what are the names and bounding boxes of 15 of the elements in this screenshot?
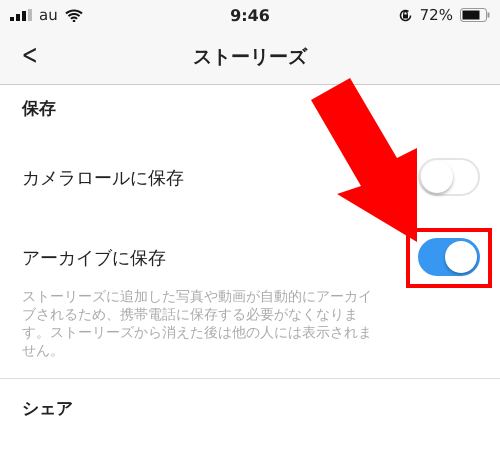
section-header: 保存: [22, 98, 57, 121]
battery-percent: 72%: [420, 6, 453, 24]
toggle-switch[interactable]: [418, 238, 480, 276]
clock-time: 9:46: [230, 6, 270, 24]
rotation-lock-icon: [398, 8, 413, 22]
setting-label: アーカイブに保存: [22, 247, 166, 270]
wifi-icon: [64, 8, 83, 22]
signal-icon: [10, 9, 32, 21]
setting-description: ストーリーズに追加した写真や動画が自動的にアーカイブされるため、携帯電話に保存する必要がなくなります。ストーリーズから消えた後は他の人には表示されません。: [22, 288, 373, 360]
section-header: シェア: [22, 398, 74, 421]
page-title: ストーリーズ: [193, 45, 307, 70]
battery-icon: [460, 8, 490, 22]
setting-label: カメラロールに保存: [22, 167, 184, 190]
carrier-name: au: [39, 6, 58, 24]
back-button[interactable]: <: [18, 38, 41, 71]
